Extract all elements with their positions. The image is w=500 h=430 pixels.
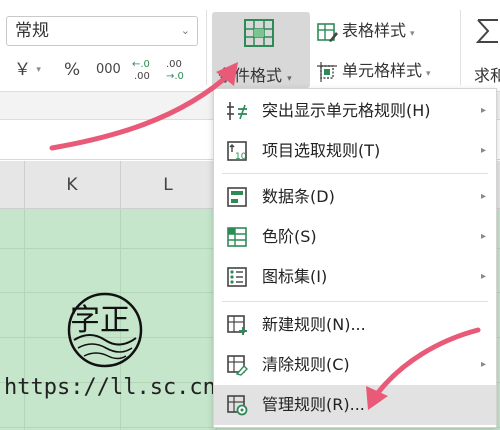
column-header-k[interactable]: K xyxy=(24,161,120,209)
currency-icon: ￥ xyxy=(14,60,31,80)
percent-button[interactable]: % xyxy=(64,58,80,82)
submenu-arrow-icon: ▸ xyxy=(480,191,486,202)
currency-button[interactable]: ￥ ▾ xyxy=(14,58,41,82)
cell-style-button[interactable]: 单元格样式 ▾ xyxy=(316,58,431,84)
svg-text:.00: .00 xyxy=(166,59,182,70)
sum-label: 求和 xyxy=(474,66,500,85)
table-style-icon xyxy=(317,22,338,42)
number-format-select[interactable]: 常规 ⌄ xyxy=(6,16,198,46)
sigma-icon xyxy=(475,19,498,43)
number-format-value: 常规 xyxy=(15,21,49,41)
menu-item-manage-rules[interactable]: 管理规则(R)... xyxy=(214,385,496,425)
watermark-url: https://ll.sc.cn xyxy=(4,375,216,400)
clear-rules-icon xyxy=(227,355,248,376)
cell-style-icon xyxy=(317,61,337,82)
column-header-l[interactable]: L xyxy=(120,161,216,209)
menu-item-label: 管理规则(R)... xyxy=(262,395,365,414)
submenu-arrow-icon: ▸ xyxy=(480,145,486,156)
increase-decimal-icon: ←.0 .00 xyxy=(132,59,150,82)
decrease-decimal-button[interactable]: .00 →.0 xyxy=(164,56,190,82)
menu-item-label: 清除规则(C) xyxy=(262,355,350,374)
menu-item-label: 新建规则(N)... xyxy=(262,315,366,334)
color-scales-icon xyxy=(227,227,247,247)
menu-item-data-bars[interactable]: 数据条(D) ▸ xyxy=(214,177,496,217)
svg-text:字正: 字正 xyxy=(70,303,130,338)
submenu-arrow-icon: ▸ xyxy=(480,271,486,282)
menu-item-label: 突出显示单元格规则(H) xyxy=(262,101,431,120)
menu-item-icon-sets[interactable]: 图标集(I) ▸ xyxy=(214,257,496,297)
menu-separator xyxy=(222,301,488,302)
watermark-logo: 字正 xyxy=(67,292,143,368)
menu-item-color-scales[interactable]: 色阶(S) ▸ xyxy=(214,217,496,257)
svg-text:←.0: ←.0 xyxy=(132,59,150,70)
conditional-format-label: 条件格式 ▾ xyxy=(218,66,292,85)
svg-text:.00: .00 xyxy=(134,71,150,82)
menu-item-label: 数据条(D) xyxy=(262,187,335,206)
ribbon: 常规 ⌄ ￥ ▾ % 000 ←.0 .00 .00 →.0 条件格式 ▾ 表格… xyxy=(0,0,500,92)
menu-separator xyxy=(222,173,488,174)
new-rule-icon xyxy=(227,315,247,335)
top-bottom-rules-icon: 10 xyxy=(227,141,247,162)
svg-text:10: 10 xyxy=(235,152,247,162)
highlight-rules-icon xyxy=(227,102,247,120)
submenu-arrow-icon: ▸ xyxy=(480,105,486,116)
menu-item-highlight-rules[interactable]: 突出显示单元格规则(H) ▸ xyxy=(214,91,496,131)
percent-icon: % xyxy=(64,60,81,80)
conditional-format-menu: 突出显示单元格规则(H) ▸ 10 项目选取规则(T) ▸ 数据条(D) ▸ 色… xyxy=(213,88,497,428)
table-style-button[interactable]: 表格样式 ▾ xyxy=(316,18,415,44)
menu-item-label: 项目选取规则(T) xyxy=(262,141,381,160)
menu-item-new-rule[interactable]: 新建规则(N)... xyxy=(214,305,496,345)
ribbon-divider xyxy=(460,10,461,85)
ribbon-divider xyxy=(206,10,207,85)
decrease-decimal-icon: .00 →.0 xyxy=(166,59,184,82)
menu-item-top-bottom-rules[interactable]: 10 项目选取规则(T) ▸ xyxy=(214,131,496,171)
conditional-format-button[interactable]: 条件格式 ▾ xyxy=(212,12,310,88)
conditional-format-icon xyxy=(244,19,274,47)
sum-button[interactable]: 求和 xyxy=(468,14,500,90)
menu-item-label: 图标集(I) xyxy=(262,267,328,286)
manage-rules-icon xyxy=(227,395,248,416)
svg-text:→.0: →.0 xyxy=(166,71,184,82)
data-bars-icon xyxy=(227,187,247,207)
thousands-separator-button[interactable]: 000 xyxy=(96,58,121,82)
menu-item-clear-rules[interactable]: 清除规则(C) ▸ xyxy=(214,345,496,385)
chevron-down-icon: ▾ xyxy=(36,65,41,75)
increase-decimal-button[interactable]: ←.0 .00 xyxy=(130,56,156,82)
submenu-arrow-icon: ▸ xyxy=(480,231,486,242)
submenu-arrow-icon: ▸ xyxy=(480,359,486,370)
icon-sets-icon xyxy=(227,267,247,287)
chevron-down-icon: ⌄ xyxy=(180,24,190,37)
thousands-icon: 000 xyxy=(96,62,121,77)
menu-item-label: 色阶(S) xyxy=(262,227,317,246)
